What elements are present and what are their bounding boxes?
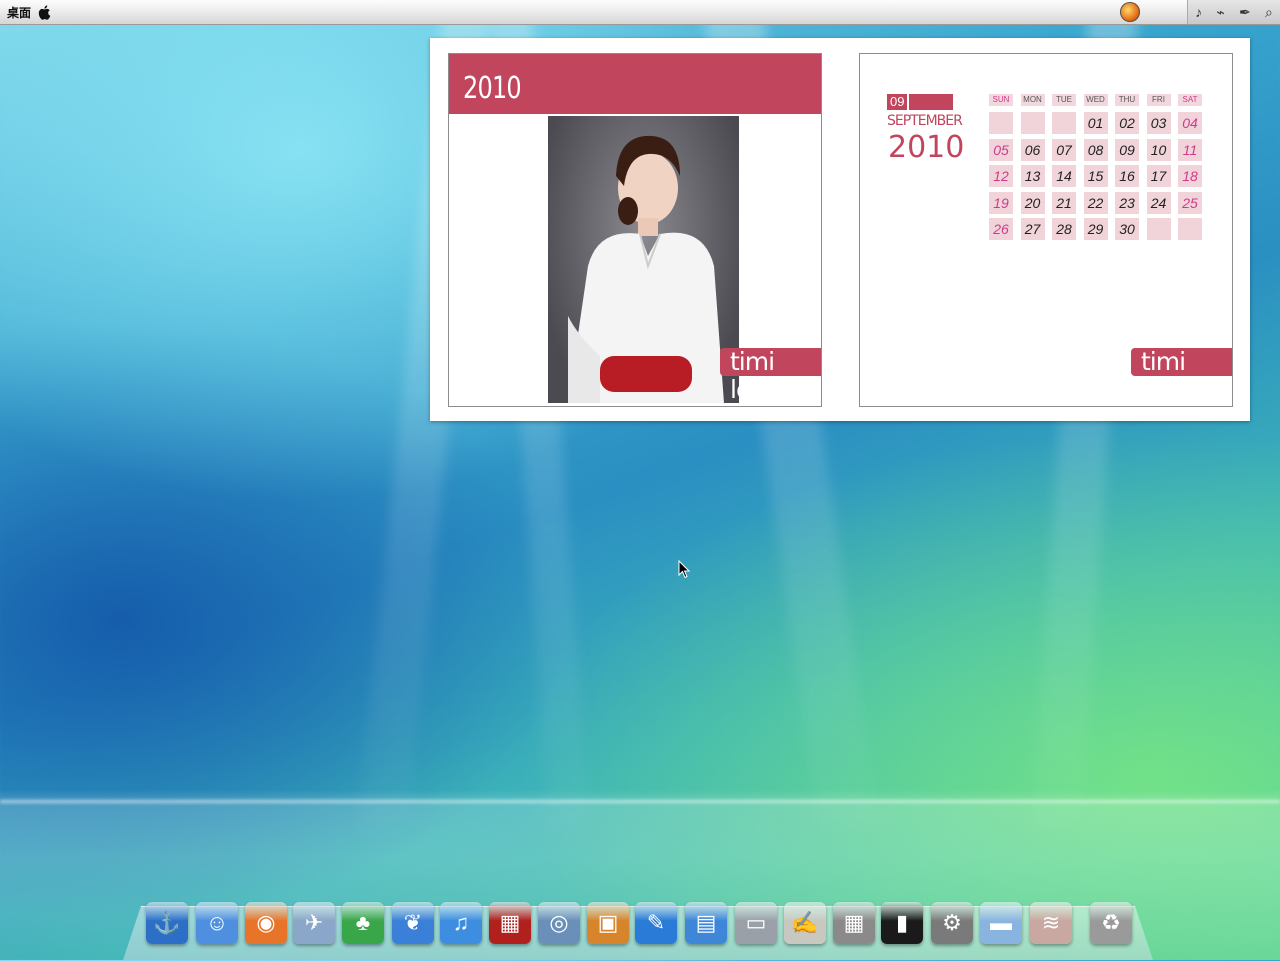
- calendar-day[interactable]: 04: [1178, 112, 1202, 134]
- brush-icon[interactable]: ✒: [1239, 4, 1251, 21]
- status-tray: ♪ ⌁ ✒ ⌕: [1187, 0, 1280, 24]
- calendar-day[interactable]: 27: [1020, 218, 1045, 240]
- calendar-day[interactable]: 15: [1083, 165, 1108, 187]
- photo-love-tag: timi love: [720, 348, 821, 404]
- calendar-day[interactable]: 19: [989, 191, 1013, 214]
- feather-icon[interactable]: ✎: [635, 902, 677, 944]
- photo-panel: 2010 timi love: [448, 53, 822, 407]
- calendar-day[interactable]: 22: [1083, 191, 1108, 214]
- weekday-header: SAT: [1178, 94, 1202, 106]
- scanner-icon[interactable]: ▭: [735, 902, 777, 944]
- calendar-day[interactable]: 14: [1052, 165, 1076, 187]
- weekday-header: THU: [1115, 94, 1139, 106]
- calendar-day-empty: [1178, 218, 1202, 240]
- battery-icon[interactable]: ⌁: [1216, 4, 1224, 21]
- menu-title[interactable]: 桌面: [7, 4, 31, 21]
- mouse-cursor-icon: [678, 560, 690, 579]
- calendar-day[interactable]: 24: [1146, 191, 1171, 214]
- anchor-icon[interactable]: ⚓: [146, 902, 188, 944]
- calendar-day-empty: [1052, 112, 1076, 134]
- weekday-header: WED: [1083, 94, 1108, 106]
- terminal-icon[interactable]: ▮: [881, 902, 923, 944]
- calendar-day[interactable]: 08: [1083, 138, 1108, 161]
- textedit-icon[interactable]: ✍: [784, 902, 826, 944]
- music-note-icon[interactable]: ♪: [1195, 4, 1202, 20]
- qq-penguin-icon[interactable]: ♣: [342, 902, 384, 944]
- calendar-day[interactable]: 05: [989, 138, 1013, 161]
- calendar-day[interactable]: 20: [1020, 191, 1045, 214]
- dvd-player-icon[interactable]: ▦: [489, 902, 531, 944]
- calendar-day[interactable]: 23: [1115, 191, 1139, 214]
- folder-icon[interactable]: ▬: [980, 902, 1022, 944]
- weekday-header: FRI: [1146, 94, 1171, 106]
- weekday-header: TUE: [1052, 94, 1076, 106]
- calendar-day[interactable]: 26: [989, 218, 1013, 240]
- calendar-year: 2010: [888, 130, 965, 165]
- trash-icon[interactable]: ♻: [1090, 902, 1132, 944]
- footprints-icon[interactable]: ❦: [392, 902, 434, 944]
- mail-stamp-icon[interactable]: ✈: [293, 902, 335, 944]
- month-number: 09: [890, 94, 910, 110]
- calendar-day[interactable]: 02: [1115, 112, 1139, 134]
- finder-icon[interactable]: ☺: [196, 902, 238, 944]
- calendar-day[interactable]: 21: [1052, 191, 1076, 214]
- firefox-tray-icon[interactable]: [1120, 2, 1140, 22]
- iphoto-icon[interactable]: ◎: [538, 902, 580, 944]
- calendar-love-tag: timi love: [1131, 348, 1232, 404]
- calendar-day-empty: [989, 112, 1013, 134]
- calendar-day[interactable]: 11: [1178, 138, 1202, 161]
- weekday-header: MON: [1020, 94, 1045, 106]
- calendar-day[interactable]: 07: [1052, 138, 1076, 161]
- calendar-day[interactable]: 29: [1083, 218, 1108, 240]
- calendar-day[interactable]: 18: [1178, 165, 1202, 187]
- calendar-day[interactable]: 16: [1115, 165, 1139, 187]
- calendar-day[interactable]: 28: [1052, 218, 1076, 240]
- month-number-badge: 09: [887, 94, 953, 110]
- calendar-day[interactable]: 09: [1115, 138, 1139, 161]
- apple-icon[interactable]: [37, 4, 53, 21]
- desktop-horizon-line: [0, 800, 1280, 803]
- calendar-day[interactable]: 13: [1020, 165, 1045, 187]
- calendar-day-empty: [1020, 112, 1045, 134]
- weekday-header: SUN: [989, 94, 1013, 106]
- itunes-icon[interactable]: ♫: [440, 902, 482, 944]
- calendar-panel: 09 SEPTEMBER 2010 SUN MON TUE WED THU FRI SAT 0…: [859, 53, 1233, 407]
- calendar-day-empty: [1146, 218, 1171, 240]
- system-preferences-icon[interactable]: ⚙: [931, 902, 973, 944]
- photo-booth-icon[interactable]: ▣: [587, 902, 629, 944]
- calculator-icon[interactable]: ▦: [833, 902, 875, 944]
- image-capture-icon[interactable]: ▤: [685, 902, 727, 944]
- calendar-day[interactable]: 10: [1146, 138, 1171, 161]
- calendar-day[interactable]: 30: [1115, 218, 1139, 240]
- portrait-photo: [548, 116, 739, 403]
- calendar-day[interactable]: 01: [1083, 112, 1108, 134]
- calendar-day[interactable]: 12: [989, 165, 1013, 187]
- menu-bar: 桌面 ♪ ⌁ ✒ ⌕: [0, 0, 1280, 25]
- calendar-day[interactable]: 25: [1178, 191, 1202, 214]
- stack-icon[interactable]: ≋: [1030, 902, 1072, 944]
- year-banner: 2010: [449, 54, 821, 114]
- calendar-day[interactable]: 06: [1020, 138, 1045, 161]
- spotlight-search-icon[interactable]: ⌕: [1265, 4, 1273, 21]
- firefox-icon[interactable]: ◉: [245, 902, 287, 944]
- calendar-widget[interactable]: 2010 timi love 09 SEPTEMBER 2010 SUN MON T…: [430, 38, 1250, 421]
- month-name: SEPTEMBER: [887, 113, 963, 129]
- calendar-day[interactable]: 17: [1146, 165, 1171, 187]
- calendar-day[interactable]: 03: [1146, 112, 1171, 134]
- photo-year: 2010: [463, 71, 522, 106]
